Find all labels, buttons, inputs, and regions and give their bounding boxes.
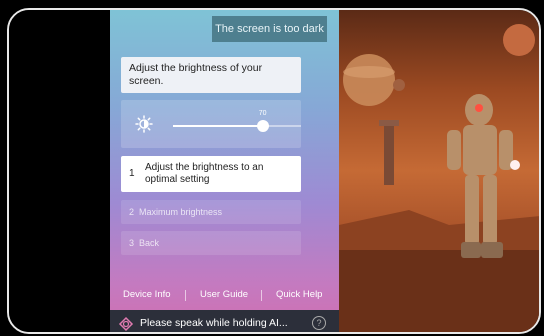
option-optimal-brightness[interactable]: 1 Adjust the brightness to an optimal se… [121, 156, 301, 192]
brightness-slider-track[interactable]: 70 [173, 110, 301, 132]
mars-astronaut-artwork [339, 24, 539, 332]
brightness-slider-fill [173, 125, 263, 127]
left-blank-area [9, 10, 110, 332]
option-label: Maximum brightness [139, 207, 223, 217]
brightness-icon [135, 115, 153, 133]
option-label: Back [139, 238, 160, 248]
footer-links: Device Info User Guide Quick Help [110, 284, 339, 306]
assistant-panel: The screen is too dark Adjust the bright… [110, 10, 339, 332]
user-query-bubble: The screen is too dark [212, 16, 327, 42]
voice-prompt-bar: Please speak while holding AI... ? [110, 310, 339, 332]
assistant-prompt: Adjust the brightness of your screen. [121, 57, 301, 93]
voice-assistant-icon [118, 316, 134, 332]
footer-divider [261, 290, 262, 301]
background-scene [339, 10, 539, 332]
help-icon[interactable]: ? [312, 316, 326, 330]
brightness-value: 70 [258, 110, 267, 117]
quick-help-link[interactable]: Quick Help [276, 284, 322, 306]
device-info-link[interactable]: Device Info [123, 284, 171, 306]
voice-prompt-text: Please speak while holding AI... [140, 317, 288, 329]
footer-divider [185, 290, 186, 301]
option-number: 3 [129, 238, 135, 248]
option-number: 2 [129, 207, 135, 217]
tv-screen: The screen is too dark Adjust the bright… [7, 8, 541, 334]
option-back[interactable]: 3 Back [121, 231, 301, 255]
option-label: Adjust the brightness to an optimal sett… [145, 162, 264, 185]
option-number: 1 [129, 168, 135, 179]
option-maximum-brightness[interactable]: 2 Maximum brightness [121, 200, 301, 224]
brightness-slider-box: 70 [121, 100, 301, 148]
user-guide-link[interactable]: User Guide [200, 284, 248, 306]
brightness-slider-thumb[interactable] [256, 120, 269, 132]
